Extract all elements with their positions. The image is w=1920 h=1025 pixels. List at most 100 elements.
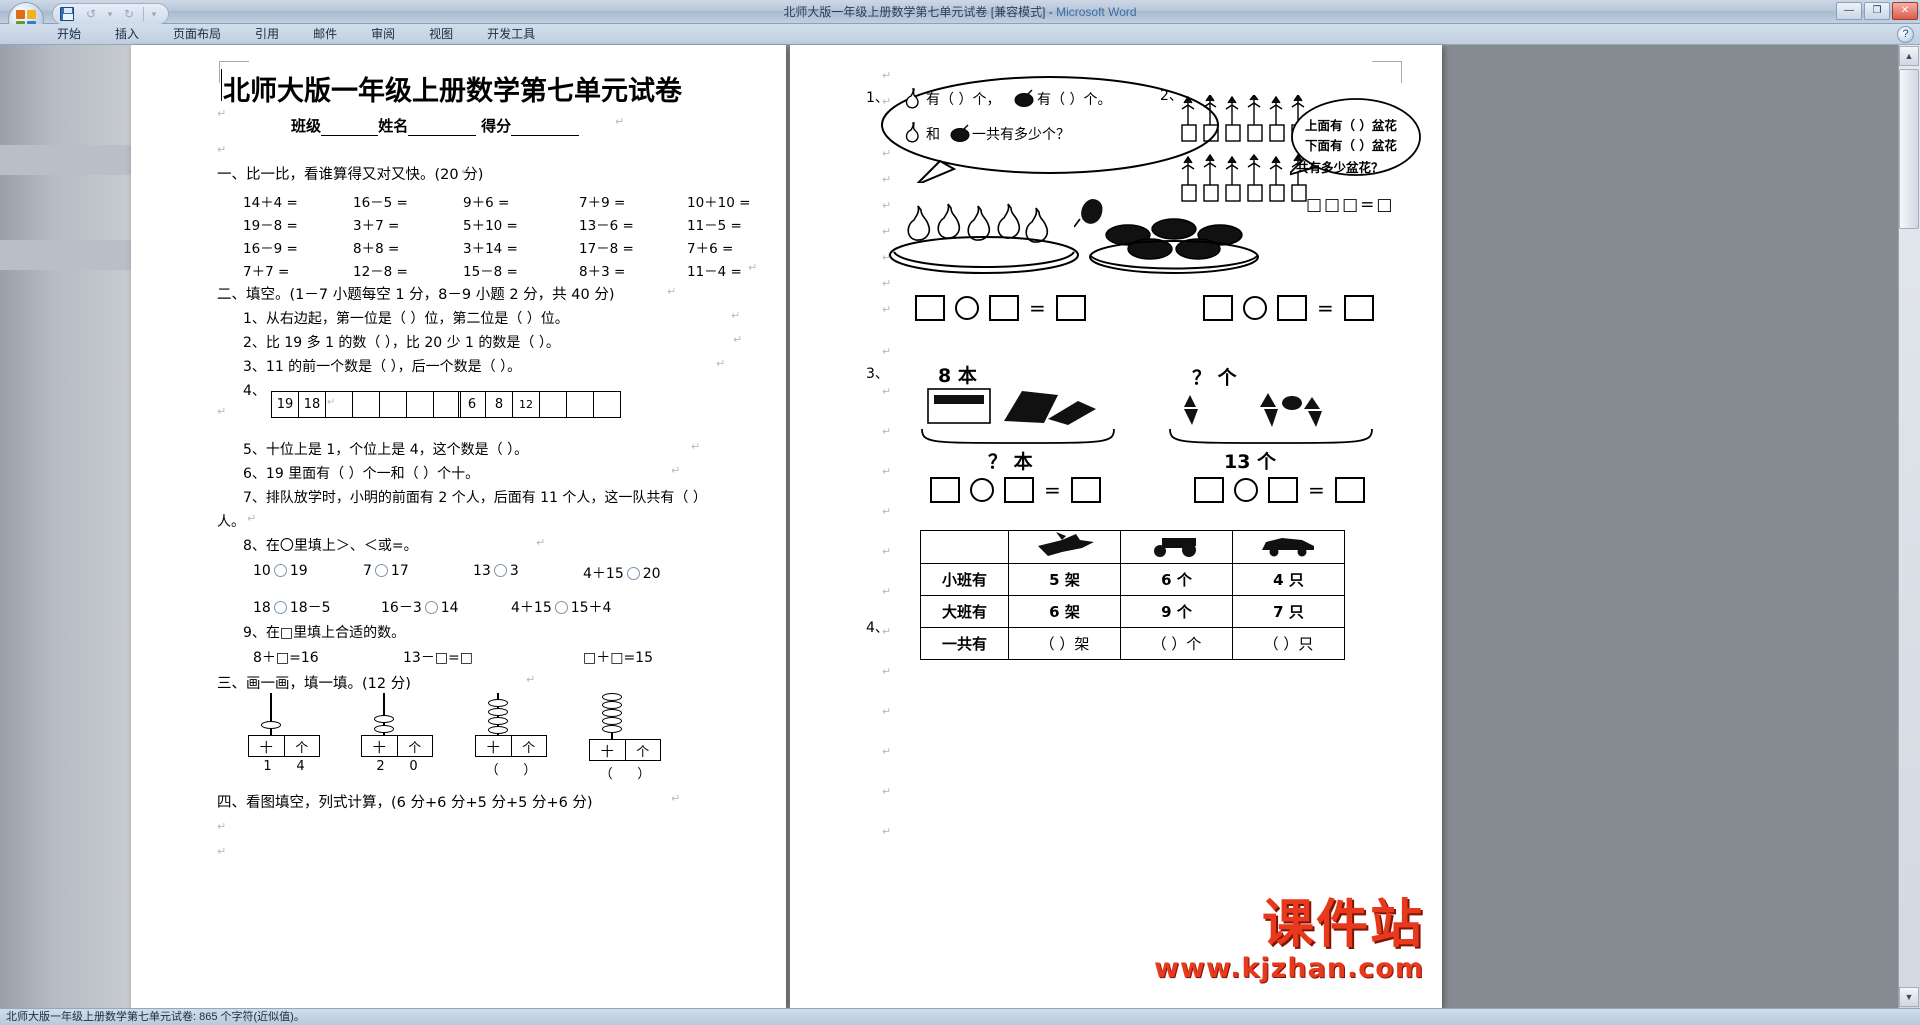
answer-box[interactable] [1004, 477, 1034, 503]
circle-blank-icon[interactable] [424, 601, 438, 614]
tab-developer[interactable]: 开发工具 [470, 22, 552, 45]
right-q4-number: 4、 [866, 620, 889, 636]
strip-b-cell-2: 8 [485, 391, 513, 418]
compare-r1-i3: 13 3 [473, 563, 519, 579]
circle-blank-icon[interactable] [273, 564, 287, 577]
abacus-4-ones-label: 个 [636, 744, 650, 760]
tab-home[interactable]: 开始 [40, 22, 98, 45]
cell-total-car[interactable]: （ ）只 [1232, 627, 1345, 660]
answer-box[interactable] [1268, 477, 1298, 503]
section-3-heading: 三、画一画，填一填。(12 分) [217, 676, 411, 692]
answer-box[interactable] [1277, 295, 1307, 321]
section-2-q7: 7、排队放学时，小明的前面有 2 个人，后面有 11 个人，这一队共有（ ） [243, 490, 707, 506]
window-controls: — ❐ ✕ [1836, 2, 1918, 20]
cell-total-plane[interactable]: （ ）架 [1008, 627, 1121, 660]
abacus-2-ones-label: 个 [408, 740, 422, 756]
circle-blank-icon[interactable] [493, 564, 507, 577]
answer-box[interactable] [1203, 295, 1233, 321]
arith-r3c3: 3＋14 = [463, 241, 518, 257]
right-q1-line2a: 和 [926, 127, 940, 143]
answer-box[interactable] [1194, 477, 1224, 503]
cell-total-tractor[interactable]: （ ）个 [1120, 627, 1233, 660]
abacus-1-base: 十 个 [248, 735, 320, 757]
operator-circle[interactable] [955, 296, 979, 320]
tab-mailings[interactable]: 邮件 [296, 22, 354, 45]
arith-r4c3: 15－8 = [463, 264, 518, 280]
circle-blank-icon[interactable] [554, 601, 568, 614]
abacus-2-caption-right: 0 [409, 759, 418, 774]
compare-r1-i2: 7 17 [363, 563, 409, 579]
answer-box[interactable] [1334, 477, 1365, 503]
right-q2-label-3: 共有多少盆花？ [1296, 160, 1384, 175]
tab-references[interactable]: 引用 [238, 22, 296, 45]
operator-circle[interactable] [970, 478, 994, 502]
paragraph-mark: ↵ [217, 820, 227, 833]
tab-insert[interactable]: 插入 [98, 22, 156, 45]
page-title: 北师大版一年级上册数学第七单元试卷 [223, 76, 682, 107]
close-button[interactable]: ✕ [1892, 2, 1918, 20]
abacus-4-caption-right: ） [637, 767, 651, 782]
arith-r1c1: 14＋4 = [243, 195, 298, 211]
watermark: 课件站 www.kjzhan.com [1154, 899, 1424, 984]
circle-blank-icon[interactable] [273, 601, 287, 614]
row-label-total: 一共有 [920, 627, 1009, 660]
plane-icon [1008, 530, 1121, 564]
abacus-4-tens-label: 十 [590, 740, 626, 760]
paragraph-mark: ↵ [671, 792, 681, 805]
equation-row-2: = [1203, 295, 1374, 321]
paragraph-mark: ↵ [882, 745, 892, 758]
save-icon[interactable] [57, 5, 77, 23]
answer-box[interactable] [1070, 477, 1101, 503]
abacus-1-caption-right: 4 [296, 759, 305, 774]
arith-r2c4: 13－6 = [579, 218, 634, 234]
strip-b-cell-5 [566, 391, 594, 418]
customize-qat-icon[interactable]: ▾ [148, 5, 160, 23]
section-2-heading: 二、填空。(1－7 小题每空 1 分，8－9 小题 2 分，共 40 分) [217, 287, 615, 303]
equation-row-3-right: = [1194, 477, 1365, 503]
compare-right: 20 [642, 566, 661, 582]
right-q1-line1b: 有（ ）个。 [1037, 92, 1112, 108]
compare-r1-i1: 10 19 [253, 563, 308, 579]
undo-icon[interactable]: ↺ [81, 5, 101, 23]
document-workspace: ▲ ▼ 北师大版一年级上册数学第七单元试卷 ↵ 班级 姓名 得分 ↵ ↵ 一、比… [0, 45, 1920, 1008]
arith-r3c1: 16－9 = [243, 241, 298, 257]
answer-box[interactable] [1055, 295, 1086, 321]
strip-a-cell-4 [352, 391, 380, 418]
tab-review[interactable]: 审阅 [354, 22, 412, 45]
undo-dropdown-icon[interactable]: ▾ [105, 5, 115, 23]
answer-box[interactable] [930, 477, 960, 503]
arith-r3c2: 8＋8 = [353, 241, 400, 257]
circle-blank-icon[interactable] [374, 564, 388, 577]
document-page-1[interactable]: 北师大版一年级上册数学第七单元试卷 ↵ 班级 姓名 得分 ↵ ↵ 一、比一比，看… [131, 45, 786, 1008]
document-page-2[interactable]: ↵ ↵ ↵ ↵ ↵ ↵ ↵ ↵ ↵ ↵ ↵ ↵ ↵ ↵ ↵ ↵ ↵ ↵ ↵ ↵ [790, 45, 1442, 1008]
cell-small-plane: 5 架 [1008, 563, 1121, 596]
redo-icon[interactable]: ↻ [119, 5, 139, 23]
vertical-scrollbar[interactable]: ▲ ▼ [1898, 45, 1920, 1008]
paragraph-mark: ↵ [882, 825, 892, 838]
minimize-button[interactable]: — [1836, 2, 1862, 20]
table-row: 小班有 5 架 6 个 4 只 [920, 563, 1345, 596]
arith-r4c5: 11－4 = [687, 264, 742, 280]
answer-box[interactable] [915, 295, 945, 321]
compare-r1-i4: 4＋15 20 [583, 563, 661, 583]
answer-box[interactable] [989, 295, 1019, 321]
right-q3-left-top-label: 8 本 [938, 365, 977, 387]
operator-circle[interactable] [1234, 478, 1258, 502]
abacus-4-base: 十 个 [589, 739, 661, 761]
paragraph-mark: ↵ [526, 673, 536, 686]
pear-icon [905, 88, 919, 109]
operator-circle[interactable] [1243, 296, 1267, 320]
help-icon[interactable]: ? [1897, 26, 1914, 43]
eggplant-icon [1014, 89, 1034, 107]
paragraph-mark: ↵ [327, 397, 336, 408]
circle-blank-icon[interactable] [626, 567, 640, 580]
arith-r2c3: 5＋10 = [463, 218, 518, 234]
tab-page-layout[interactable]: 页面布局 [156, 22, 238, 45]
scroll-up-icon[interactable]: ▲ [1899, 46, 1919, 66]
scrollbar-thumb[interactable] [1899, 69, 1919, 229]
maximize-button[interactable]: ❐ [1864, 2, 1890, 20]
scroll-down-icon[interactable]: ▼ [1899, 987, 1919, 1007]
equation-row-1: = [915, 295, 1086, 321]
answer-box[interactable] [1343, 295, 1374, 321]
tab-view[interactable]: 视图 [412, 22, 470, 45]
